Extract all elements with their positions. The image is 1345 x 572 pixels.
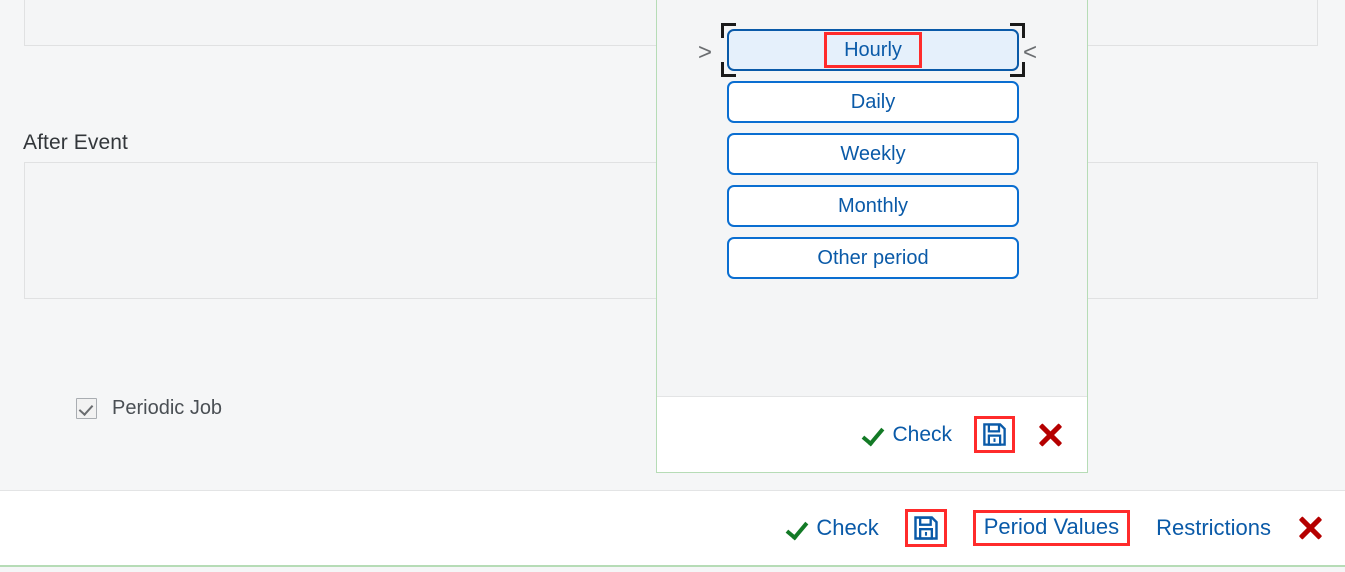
bottom-toolbar: Check Period Values Restrictions [0, 490, 1345, 567]
periodic-job-label: Periodic Job [112, 397, 223, 419]
dialog-save-button[interactable] [974, 416, 1015, 453]
toolbar-check-button[interactable]: Check [787, 515, 878, 541]
chevron-prev-icon[interactable]: > [698, 41, 712, 65]
save-floppy-icon [914, 516, 938, 540]
toolbar-restrictions-label: Restrictions [1156, 515, 1271, 540]
periodic-job-row[interactable]: Periodic Job [76, 397, 222, 420]
checkmark-icon [787, 519, 806, 538]
toolbar-save-button[interactable] [904, 509, 947, 547]
checkmark-icon [863, 425, 882, 444]
periodic-job-checkbox[interactable] [76, 398, 97, 419]
period-option-weekly[interactable]: Weekly [727, 133, 1019, 175]
dialog-check-button[interactable]: Check [863, 423, 952, 447]
toolbar-close-x-icon[interactable] [1297, 515, 1323, 541]
period-option-monthly[interactable]: Monthly [727, 185, 1019, 227]
period-option-other-period[interactable]: Other period [727, 237, 1019, 279]
dialog-close-x-icon[interactable] [1037, 422, 1063, 448]
chevron-next-icon[interactable]: < [1023, 41, 1037, 65]
period-option-hourly[interactable]: Hourly [727, 29, 1019, 71]
period-dialog-body: > < Hourly Daily Weekly Monthly Other pe… [657, 0, 1087, 396]
period-option-daily[interactable]: Daily [727, 81, 1019, 123]
period-option-list: Hourly Daily Weekly Monthly Other period [727, 29, 1019, 289]
after-event-section-title: After Event [23, 131, 128, 154]
toolbar-period-values-label: Period Values [983, 514, 1120, 539]
save-floppy-icon [983, 423, 1006, 446]
toolbar-restrictions-button[interactable]: Restrictions [1156, 515, 1271, 541]
period-dialog-footer: Check [657, 396, 1087, 472]
period-selection-dialog: > < Hourly Daily Weekly Monthly Other pe… [656, 0, 1088, 473]
dialog-check-label: Check [892, 422, 952, 446]
toolbar-period-values-button[interactable]: Period Values [972, 510, 1131, 546]
toolbar-check-label: Check [816, 515, 879, 540]
